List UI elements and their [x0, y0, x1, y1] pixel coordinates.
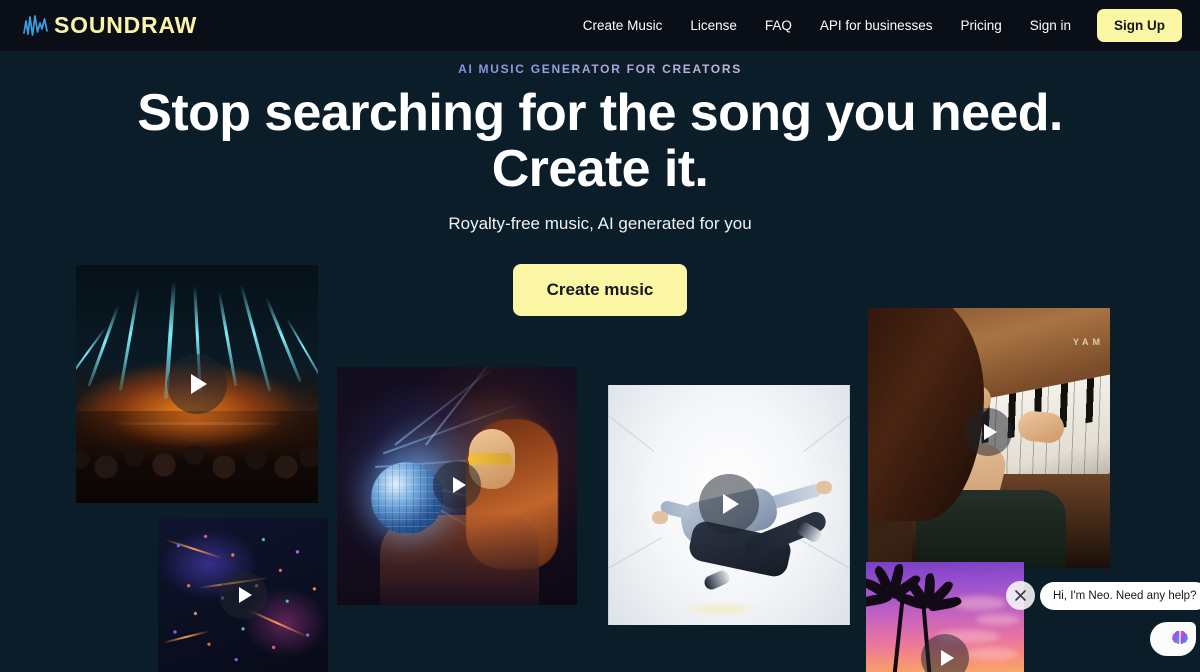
- nav-api-for-businesses[interactable]: API for businesses: [820, 18, 933, 33]
- play-icon[interactable]: [219, 571, 267, 619]
- play-icon[interactable]: [167, 354, 227, 414]
- headline-line-2: Create it.: [491, 139, 709, 198]
- video-card-dancer[interactable]: [608, 385, 850, 625]
- nav-license[interactable]: License: [690, 18, 737, 33]
- video-card-city[interactable]: [158, 518, 328, 672]
- nav-pricing[interactable]: Pricing: [960, 18, 1001, 33]
- hero-subtitle: Royalty-free music, AI generated for you: [448, 214, 752, 233]
- main-nav: Create Music License FAQ API for busines…: [583, 9, 1182, 42]
- waveform-icon: [23, 14, 48, 36]
- page-root: SOUNDRAW Create Music License FAQ API fo…: [0, 0, 1200, 672]
- sunglasses: [468, 452, 513, 465]
- brain-icon: [1172, 630, 1188, 647]
- nav-create-music[interactable]: Create Music: [583, 18, 663, 33]
- hero-eyebrow: AI MUSIC GENERATOR FOR CREATORS: [0, 62, 1200, 76]
- floor-glow: [680, 601, 761, 617]
- play-icon[interactable]: [433, 461, 481, 509]
- piano-brand-text: YAM: [1072, 336, 1104, 347]
- page-title: Stop searching for the song you need. Cr…: [0, 84, 1200, 198]
- video-card-disco[interactable]: [337, 367, 577, 605]
- chat-close-button[interactable]: [1006, 581, 1035, 610]
- play-icon[interactable]: [699, 474, 759, 534]
- hero-cta-wrap: Create music: [0, 264, 1200, 316]
- crowd-silhouette: [76, 411, 318, 503]
- nav-sign-in[interactable]: Sign in: [1030, 18, 1071, 33]
- logo-text: SOUNDRAW: [54, 12, 198, 38]
- nav-faq[interactable]: FAQ: [765, 18, 792, 33]
- chat-launcher-button[interactable]: [1150, 622, 1196, 656]
- play-icon[interactable]: [964, 408, 1012, 456]
- disco-ball: [370, 462, 443, 535]
- headline-line-1: Stop searching for the song you need.: [137, 84, 1063, 142]
- site-header: SOUNDRAW Create Music License FAQ API fo…: [0, 0, 1200, 51]
- video-card-piano[interactable]: YAM: [868, 308, 1110, 568]
- chat-greeting-bubble[interactable]: Hi, I'm Neo. Need any help?: [1040, 582, 1200, 610]
- create-music-button[interactable]: Create music: [512, 264, 688, 316]
- close-icon: [1015, 590, 1026, 601]
- site-logo[interactable]: SOUNDRAW: [22, 13, 197, 39]
- sign-up-button[interactable]: Sign Up: [1097, 9, 1182, 42]
- video-card-sunset[interactable]: [866, 562, 1024, 672]
